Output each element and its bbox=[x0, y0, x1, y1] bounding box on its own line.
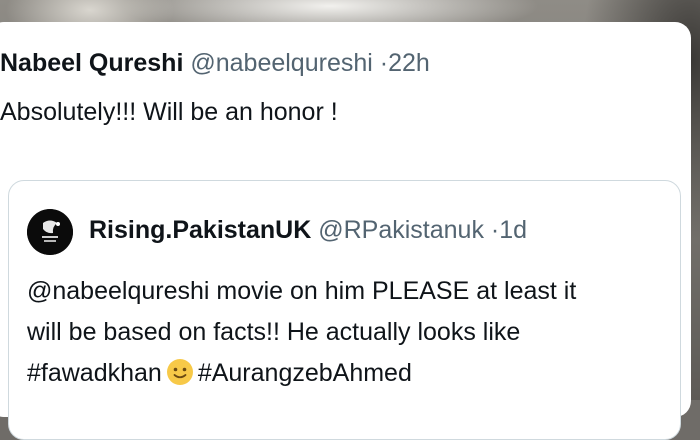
quoted-tweet-card[interactable]: Rising.PakistanUK @RPakistanuk ·1d @nabe… bbox=[8, 180, 681, 440]
rising-pakistan-logo-icon[interactable] bbox=[27, 209, 73, 255]
separator-dot: · bbox=[379, 49, 389, 77]
slightly-smiling-face-icon bbox=[166, 358, 194, 386]
quoted-tweet-text: @nabeelqureshi movie on him PLEASE at le… bbox=[27, 271, 576, 394]
author-name[interactable]: Nabeel Qureshi bbox=[0, 49, 183, 77]
tweet-timestamp[interactable]: 22h bbox=[388, 49, 430, 77]
tweet-text: Absolutely!!! Will be an honor ! bbox=[0, 98, 338, 126]
quoted-author-name[interactable]: Rising.PakistanUK bbox=[89, 216, 311, 244]
hashtag-aurangzebahmed[interactable]: #AurangzebAhmed bbox=[198, 359, 412, 387]
tweet-header: Nabeel Qureshi @nabeelqureshi ·22h bbox=[0, 48, 430, 78]
tweet-card[interactable]: Nabeel Qureshi @nabeelqureshi ·22h Absol… bbox=[0, 22, 691, 440]
quoted-text-line-1: @nabeelqureshi movie on him PLEASE at le… bbox=[27, 277, 577, 305]
hashtag-fawadkhan[interactable]: #fawadkhan bbox=[27, 359, 162, 387]
quoted-text-line-2: will be based on facts!! He actually loo… bbox=[27, 318, 521, 346]
separator-dot: · bbox=[490, 216, 500, 244]
quoted-author-handle[interactable]: @RPakistanuk bbox=[318, 216, 484, 244]
quoted-tweet-header: Rising.PakistanUK @RPakistanuk ·1d bbox=[89, 215, 527, 245]
quoted-text-line-3: #fawadkhan #AurangzebAhmed bbox=[27, 353, 576, 394]
author-handle[interactable]: @nabeelqureshi bbox=[190, 49, 372, 77]
quoted-tweet-timestamp[interactable]: 1d bbox=[499, 216, 527, 244]
